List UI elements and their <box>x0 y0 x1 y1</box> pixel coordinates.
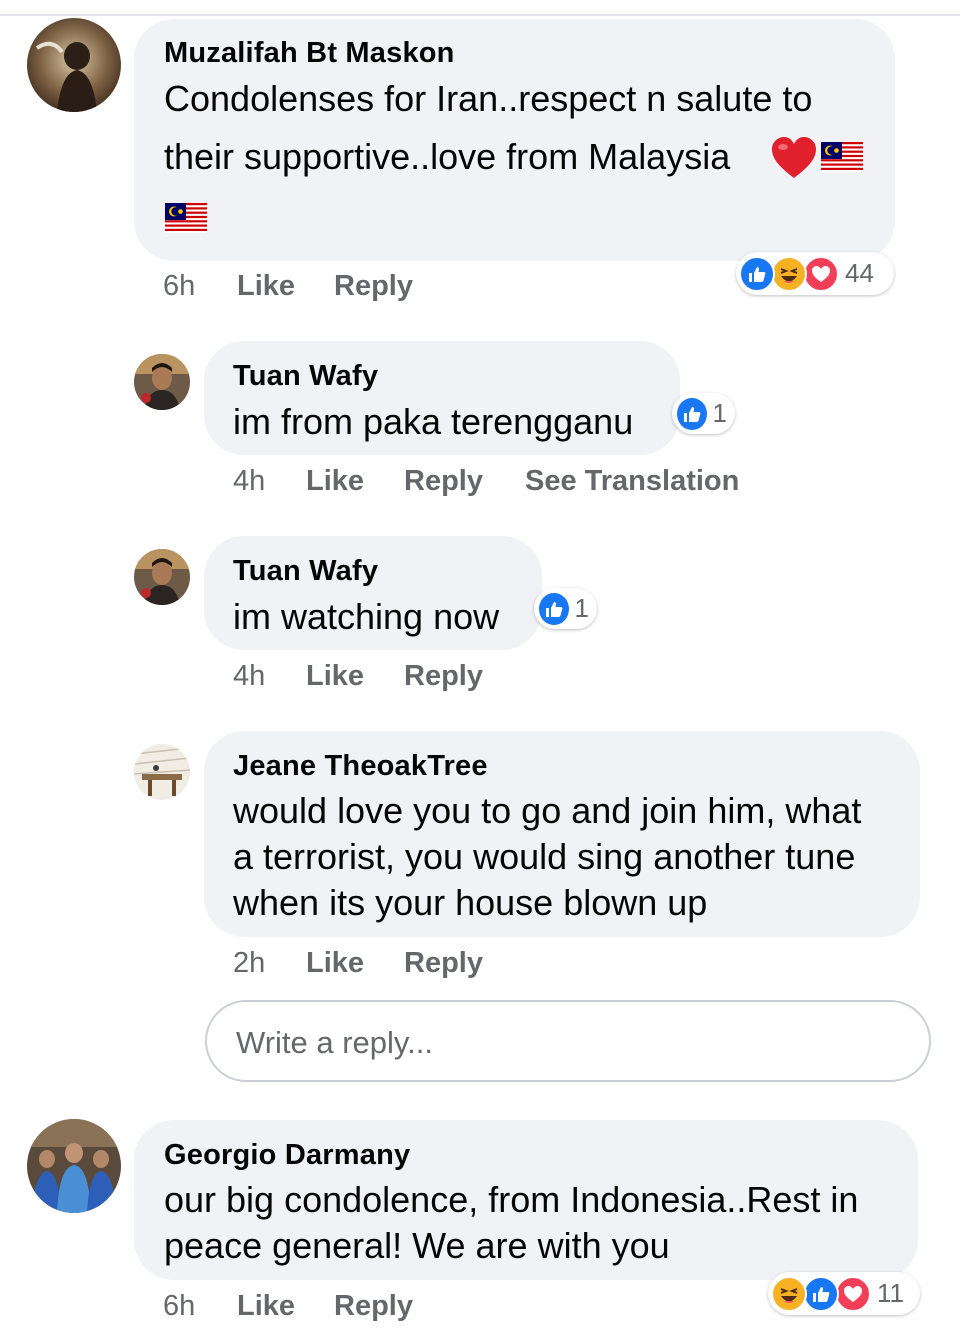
avatar[interactable] <box>134 354 190 410</box>
like-reaction-icon <box>537 590 571 627</box>
comment-text-line: peace general! We are with you <box>164 1225 670 1266</box>
comment-text-line: when its your house blown up <box>233 882 708 923</box>
comment-text-line: their supportive..love from Malaysia <box>164 136 731 177</box>
haha-reaction-icon <box>771 1275 807 1312</box>
reply-input-container[interactable] <box>205 1000 931 1082</box>
haha-reaction-icon <box>771 255 807 292</box>
love-reaction-icon <box>803 255 839 292</box>
reaction-summary[interactable]: 44 <box>736 252 894 295</box>
reaction-count: 44 <box>845 258 874 288</box>
like-button[interactable]: Like <box>306 660 364 693</box>
reply-button[interactable]: Reply <box>334 270 413 303</box>
like-reaction-icon <box>739 255 775 292</box>
like-reaction-icon <box>803 1275 839 1312</box>
comment-timestamp[interactable]: 4h <box>233 660 265 693</box>
avatar[interactable] <box>134 744 190 800</box>
reaction-summary[interactable]: 11 <box>768 1272 920 1315</box>
comment-author[interactable]: Tuan Wafy <box>233 555 378 588</box>
reply-button[interactable]: Reply <box>404 947 483 980</box>
reaction-count: 1 <box>574 593 589 623</box>
reaction-summary[interactable]: 1 <box>672 393 735 434</box>
comment-timestamp[interactable]: 6h <box>163 270 195 303</box>
comment-text-line: our big condolence, from Indonesia..Rest… <box>164 1179 859 1220</box>
like-reaction-icon <box>675 395 709 432</box>
comment-text-line: Condolenses for Iran..respect n salute t… <box>164 78 813 119</box>
comment-text-line: a terrorist, you would sing another tune <box>233 836 856 877</box>
comment-author[interactable]: Georgio Darmany <box>164 1139 410 1172</box>
top-divider <box>0 14 960 16</box>
like-button[interactable]: Like <box>237 1290 295 1323</box>
reply-button[interactable]: Reply <box>404 660 483 693</box>
comment-text-line: im watching now <box>233 596 500 637</box>
comment-timestamp[interactable]: 2h <box>233 947 265 980</box>
malaysia-flag-icon <box>165 203 207 233</box>
avatar[interactable] <box>27 18 121 112</box>
reply-button[interactable]: Reply <box>404 465 483 498</box>
like-button[interactable]: Like <box>306 947 364 980</box>
comment-author[interactable]: Muzalifah Bt Maskon <box>164 37 455 70</box>
avatar[interactable] <box>27 1119 121 1213</box>
comment-text-line: would love you to go and join him, what <box>233 790 862 831</box>
malaysia-flag-icon <box>821 142 863 172</box>
reply-input[interactable] <box>234 1020 898 1066</box>
comment-timestamp[interactable]: 4h <box>233 465 265 498</box>
reaction-count: 11 <box>877 1278 904 1308</box>
comment-text-line: im from paka terengganu <box>233 401 634 442</box>
reply-button[interactable]: Reply <box>334 1290 413 1323</box>
see-translation-link[interactable]: See Translation <box>525 465 739 498</box>
love-reaction-icon <box>835 1275 871 1312</box>
comment-author[interactable]: Tuan Wafy <box>233 360 378 393</box>
reaction-summary[interactable]: 1 <box>534 588 597 629</box>
like-button[interactable]: Like <box>237 270 295 303</box>
comment-author[interactable]: Jeane TheoakTree <box>233 750 488 783</box>
avatar[interactable] <box>134 549 190 605</box>
reaction-count: 1 <box>712 398 727 428</box>
heart-emoji-icon <box>770 136 818 180</box>
like-button[interactable]: Like <box>306 465 364 498</box>
comment-timestamp[interactable]: 6h <box>163 1290 195 1323</box>
